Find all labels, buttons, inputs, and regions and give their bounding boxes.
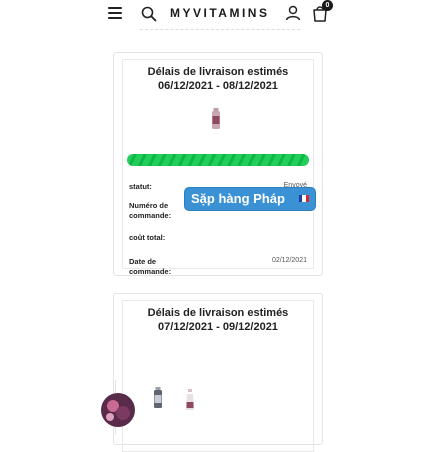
order-card-inner: Délais de livraison estimés 06/12/2021 -… <box>122 59 314 276</box>
order-card-inner: Délais de livraison estimés 07/12/2021 -… <box>122 300 314 452</box>
delivery-estimate-dates: 07/12/2021 - 09/12/2021 <box>158 321 278 333</box>
order-card: Délais de livraison estimés 06/12/2021 -… <box>113 52 323 276</box>
delivery-estimate-title: Délais de livraison estimés <box>147 307 289 319</box>
top-navigation-bar: MYVITAMINS 0 <box>0 0 434 28</box>
order-card: Délais de livraison estimés 07/12/2021 -… <box>113 293 323 452</box>
promo-banner-text: Sặp hàng Pháp <box>191 191 285 206</box>
menu-icon[interactable] <box>108 7 122 19</box>
order-number-label: Numéro de commande: <box>129 201 172 220</box>
product-thumbnail[interactable] <box>211 108 221 130</box>
account-icon[interactable] <box>284 4 302 22</box>
total-cost-label: coût total: <box>129 233 166 242</box>
promo-banner[interactable]: Sặp hàng Pháp <box>184 187 316 211</box>
search-icon[interactable] <box>140 5 158 23</box>
order-date-label: Date de commande: <box>129 257 172 276</box>
brand-logo[interactable]: MYVITAMINS <box>170 6 269 20</box>
status-label: statut: <box>129 182 152 191</box>
delivery-estimate-dates: 06/12/2021 - 08/12/2021 <box>158 80 278 92</box>
product-thumbnail[interactable] <box>185 389 195 411</box>
cart-count-badge: 0 <box>322 0 333 11</box>
delivery-estimate-title: Délais de livraison estimés <box>147 66 289 78</box>
divider <box>140 29 300 34</box>
order-date-value: 02/12/2021 <box>271 257 307 264</box>
product-thumbnail[interactable] <box>153 387 163 409</box>
chat-widget-avatar-icon[interactable] <box>100 390 136 428</box>
france-flag-icon <box>299 195 309 202</box>
delivery-progress-bar <box>127 154 309 166</box>
